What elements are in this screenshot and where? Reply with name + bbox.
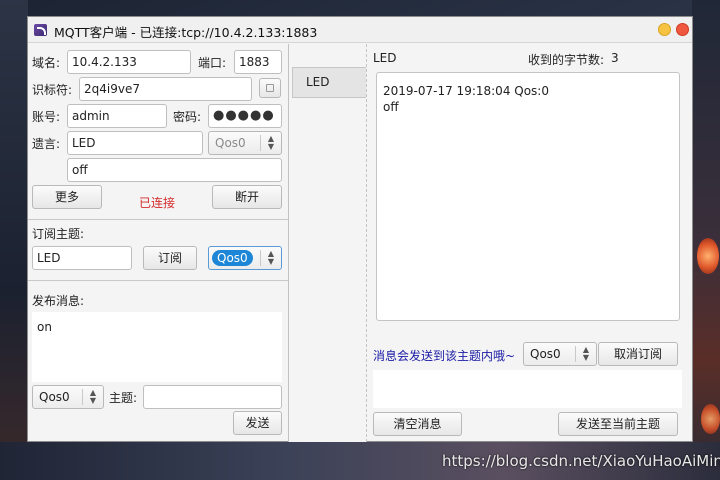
subscribe-topic-input[interactable]: LED <box>32 246 132 270</box>
send-hint-text: 消息会发送到该主题内哦~ <box>373 349 516 363</box>
stepper-arrows-icon: ▲ ▼ <box>267 249 275 266</box>
port-input[interactable]: 1883 <box>234 50 282 74</box>
will-label: 遗言: <box>32 137 61 151</box>
will-topic-input[interactable]: LED <box>67 131 203 155</box>
password-input[interactable]: ●●●●● <box>208 104 282 128</box>
subscribe-heading: 订阅主题: <box>32 227 85 241</box>
current-topic-label: LED <box>373 51 397 65</box>
will-qos-select[interactable]: Qos0 ▲ ▼ <box>208 131 282 155</box>
window-title: MQTT客户端 - 已连接:tcp://10.4.2.133:1883 <box>54 25 318 40</box>
tab-led[interactable]: LED <box>292 67 366 98</box>
publish-heading: 发布消息: <box>32 294 85 308</box>
refresh-icon <box>266 84 274 92</box>
subscribe-qos-select[interactable]: Qos0 ▲ ▼ <box>208 246 282 270</box>
more-button[interactable]: 更多 <box>32 185 102 209</box>
publish-qos-select[interactable]: Qos0 ▲ ▼ <box>32 385 104 409</box>
clear-messages-button[interactable]: 清空消息 <box>373 412 462 436</box>
watermark-text: https://blog.csdn.net/XiaoYuHaoAiMin <box>442 452 720 470</box>
client-id-input[interactable]: 2q4i9ve7 <box>79 77 252 101</box>
section-divider <box>28 280 288 281</box>
reply-qos-value: Qos0 <box>530 347 561 361</box>
title-bar: MQTT客户端 - 已连接:tcp://10.4.2.133:1883 <box>28 17 692 43</box>
message-log-line: off <box>383 100 399 114</box>
reply-message-textarea[interactable] <box>373 370 682 408</box>
topic-tab-list: LED <box>289 44 366 442</box>
send-button[interactable]: 发送 <box>233 411 282 435</box>
bytes-received-label: 收到的字节数: <box>528 53 605 67</box>
password-label: 密码: <box>173 110 202 124</box>
send-to-current-topic-button[interactable]: 发送至当前主题 <box>558 412 678 436</box>
message-log-line: 2019-07-17 19:18:04 Qos:0 <box>383 84 549 98</box>
publish-topic-input[interactable] <box>143 385 282 409</box>
disconnect-button[interactable]: 断开 <box>212 185 282 209</box>
section-divider <box>28 219 288 220</box>
mqtt-client-window: MQTT客户端 - 已连接:tcp://10.4.2.133:1883 域名: … <box>27 16 693 442</box>
minimize-button[interactable] <box>658 23 671 36</box>
domain-input[interactable]: 10.4.2.133 <box>67 50 191 74</box>
domain-label: 域名: <box>32 56 61 70</box>
subscribe-button[interactable]: 订阅 <box>143 246 197 270</box>
client-id-label: 识标符: <box>32 83 73 97</box>
connection-status-text: 已连接 <box>139 196 176 210</box>
stepper-arrows-icon: ▲ ▼ <box>582 345 590 362</box>
unsubscribe-button[interactable]: 取消订阅 <box>598 342 678 366</box>
lantern-decoration <box>697 238 719 274</box>
account-label: 账号: <box>32 110 61 124</box>
publish-qos-value: Qos0 <box>39 390 70 404</box>
receive-panel: LED 收到的字节数: 3 2019-07-17 19:18:04 Qos:0 … <box>367 44 692 442</box>
will-qos-value: Qos0 <box>215 136 246 150</box>
refresh-id-button[interactable] <box>259 78 281 98</box>
publish-message-textarea[interactable]: on <box>32 312 282 382</box>
publish-message-text: on <box>37 320 52 334</box>
stepper-arrows-icon: ▲ ▼ <box>89 388 97 405</box>
lantern-decoration <box>701 404 720 434</box>
stepper-arrows-icon: ▲ ▼ <box>267 134 275 151</box>
subscribe-qos-value: Qos0 <box>212 250 253 266</box>
desktop-background-left <box>0 0 28 480</box>
connection-panel: 域名: 10.4.2.133 端口: 1883 识标符: 2q4i9ve7 账号… <box>28 44 288 442</box>
bytes-received-count: 3 <box>611 51 619 65</box>
close-button[interactable] <box>676 23 689 36</box>
received-messages-area[interactable]: 2019-07-17 19:18:04 Qos:0 off <box>376 72 680 321</box>
port-label: 端口: <box>198 56 227 70</box>
publish-topic-label: 主题: <box>109 391 138 405</box>
account-input[interactable]: admin <box>67 104 167 128</box>
reply-qos-select[interactable]: Qos0 ▲ ▼ <box>523 342 597 366</box>
app-icon <box>34 24 47 36</box>
will-message-input[interactable]: off <box>67 158 282 182</box>
